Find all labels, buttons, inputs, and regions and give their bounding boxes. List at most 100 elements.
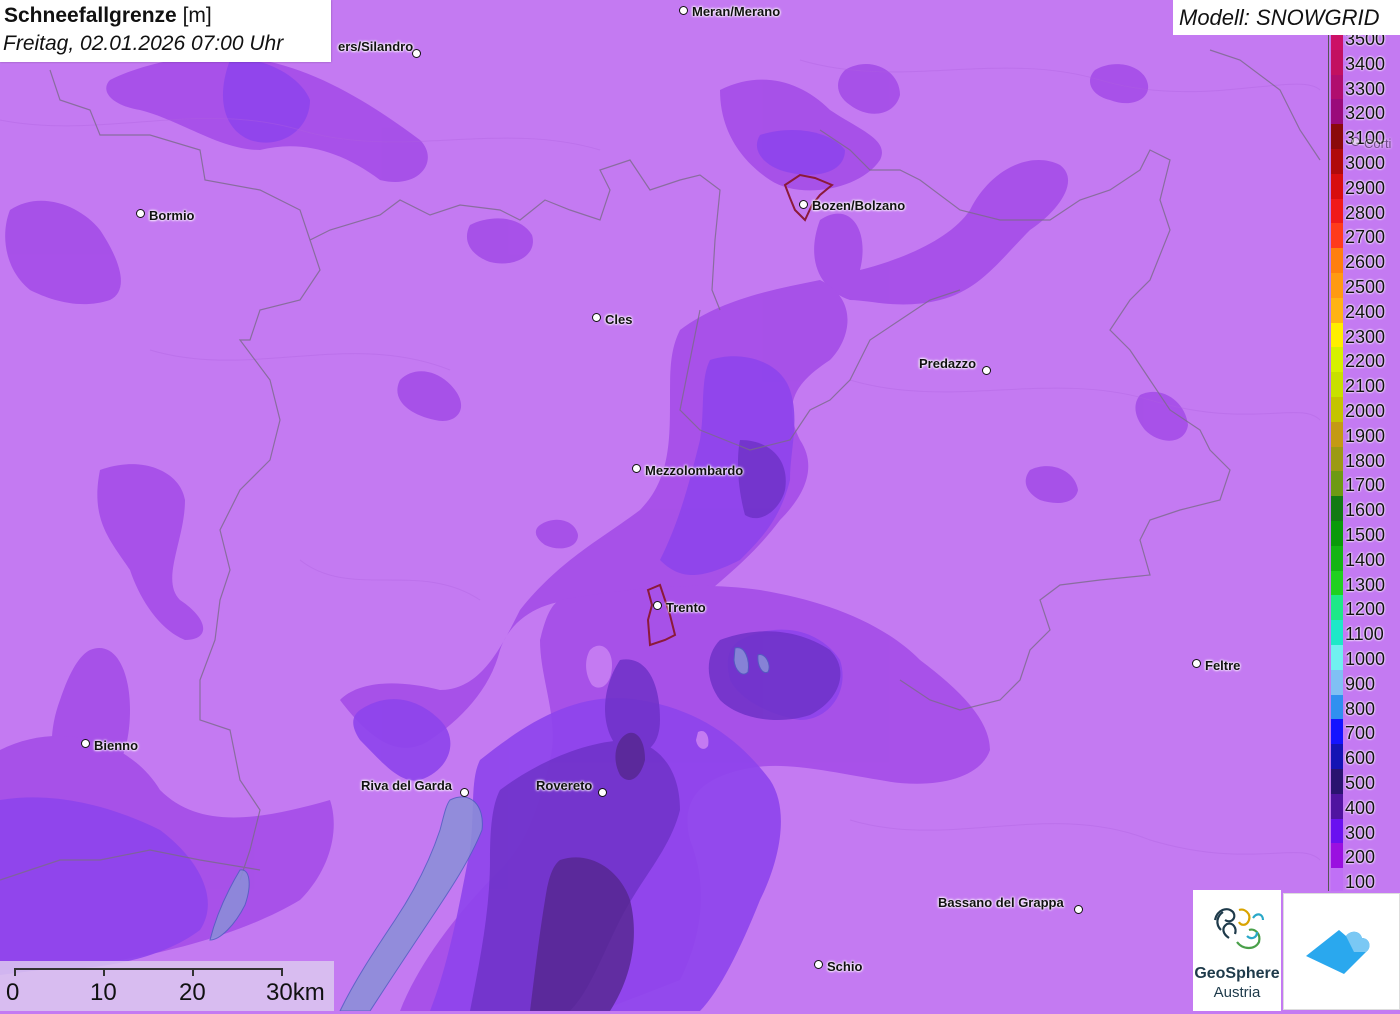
scale-tick [14, 968, 16, 976]
legend-swatch [1331, 570, 1343, 596]
legend-label: 500 [1345, 773, 1376, 793]
legend-swatch [1331, 173, 1343, 199]
legend-swatch [1331, 322, 1343, 348]
legend-label: 1500 [1345, 525, 1386, 545]
legend-swatch [1331, 843, 1343, 869]
legend-swatch [1331, 35, 1343, 50]
legend-row: 1500 [1329, 521, 1400, 546]
city-marker [799, 200, 808, 209]
legend-row: 2900 [1329, 173, 1400, 199]
legend-label: 400 [1345, 797, 1376, 818]
model-label: Modell: SNOWGRID [1179, 5, 1380, 30]
scale-bar: 0 10 20 30km [0, 961, 334, 1011]
legend-swatch [1331, 49, 1343, 75]
legend-label: 1200 [1345, 599, 1386, 620]
legend-row: 2700 [1329, 223, 1400, 249]
legend-swatch [1331, 521, 1343, 546]
city-marker [598, 788, 607, 797]
city-marker [412, 49, 421, 58]
legend-swatch [1331, 793, 1343, 819]
legend-row: 1000 [1329, 645, 1400, 670]
legend-label: 2600 [1345, 252, 1386, 273]
map-title-box: Schneefallgrenze [m] Freitag, 02.01.2026… [0, 0, 331, 62]
parameter-name: Schneefallgrenze [4, 4, 177, 27]
legend-row: 2800 [1329, 198, 1400, 224]
legend-label: 700 [1345, 723, 1376, 744]
legend-swatch [1331, 397, 1343, 422]
city-label: Bienno [94, 738, 139, 753]
legend-swatch [1331, 719, 1343, 745]
legend-row: 800 [1329, 694, 1400, 720]
legend-row: 700 [1329, 719, 1400, 745]
forecast-datetime: Freitag, 02.01.2026 07:00 Uhr [3, 32, 284, 55]
legend-swatch [1331, 372, 1343, 397]
legend-row: 900 [1329, 669, 1400, 695]
scale-label-0: 0 [6, 979, 20, 1006]
city-marker [679, 6, 688, 15]
legend-swatch [1331, 868, 1343, 891]
legend-label: 2500 [1345, 277, 1386, 297]
legend-row: 1600 [1329, 496, 1400, 521]
geosphere-logo[interactable]: GeoSphere Austria [1193, 890, 1281, 1011]
city-label: Trento [666, 600, 706, 615]
legend-swatch [1331, 471, 1343, 497]
legend-label: 1000 [1345, 649, 1386, 669]
legend-swatch [1331, 198, 1343, 224]
legend-label: 1400 [1345, 549, 1386, 570]
city-marker [460, 788, 469, 797]
city-label: Corti [1364, 136, 1392, 151]
legend-label: 900 [1345, 673, 1376, 694]
legend-row: 3500 [1329, 35, 1400, 50]
scale-line [14, 968, 282, 970]
city-marker [136, 209, 145, 218]
legend-swatch [1331, 694, 1343, 720]
legend-label: 3400 [1345, 53, 1386, 74]
legend-label: 200 [1345, 847, 1376, 868]
legend-swatch [1331, 347, 1343, 373]
city-marker [632, 464, 641, 473]
city-label: Bozen/Bolzano [812, 198, 906, 213]
legend-row: 1800 [1329, 446, 1400, 472]
app-logo[interactable] [1283, 893, 1400, 1010]
legend-row: 2500 [1329, 273, 1400, 298]
city-label: Schio [827, 959, 863, 974]
city-marker [1074, 905, 1083, 914]
scale-label-10: 10 [90, 979, 117, 1006]
legend-row: 400 [1329, 793, 1400, 819]
legend-swatch [1331, 74, 1343, 100]
legend-swatch [1331, 545, 1343, 571]
legend-swatch [1331, 421, 1343, 447]
legend-swatch [1331, 223, 1343, 249]
legend-swatch [1331, 744, 1343, 769]
legend-label: 2900 [1345, 177, 1386, 198]
legend-swatch [1331, 620, 1343, 645]
legend-label: 800 [1345, 698, 1376, 719]
legend-row: 3300 [1329, 74, 1400, 100]
legend-row: 3400 [1329, 49, 1400, 75]
legend-swatch [1331, 446, 1343, 472]
legend-row: 1700 [1329, 471, 1400, 497]
legend-row: 300 [1329, 818, 1400, 844]
legend-label: 1900 [1345, 425, 1386, 446]
legend-row: 2600 [1329, 248, 1400, 273]
legend-swatch [1331, 248, 1343, 273]
city-marker [1192, 659, 1201, 668]
legend-swatch [1331, 273, 1343, 298]
scale-tick [192, 968, 194, 976]
legend-label: 2100 [1345, 376, 1386, 397]
legend-label: 1100 [1345, 624, 1384, 645]
geosphere-name: GeoSphere [1194, 965, 1280, 982]
city-label: Bormio [149, 208, 195, 223]
mountain-cloud-icon [1306, 930, 1370, 974]
legend-swatch [1331, 818, 1343, 844]
city-marker [81, 739, 90, 748]
legend-row: 2100 [1329, 372, 1400, 397]
legend-swatch [1331, 124, 1343, 149]
city-marker [1351, 137, 1360, 146]
legend-label: 1700 [1345, 475, 1386, 496]
legend-row: 1900 [1329, 421, 1400, 447]
legend-label: 1600 [1345, 500, 1386, 521]
legend-label: 1300 [1345, 574, 1386, 595]
scale-tick [103, 968, 105, 976]
snowfall-map[interactable] [0, 0, 1400, 1011]
